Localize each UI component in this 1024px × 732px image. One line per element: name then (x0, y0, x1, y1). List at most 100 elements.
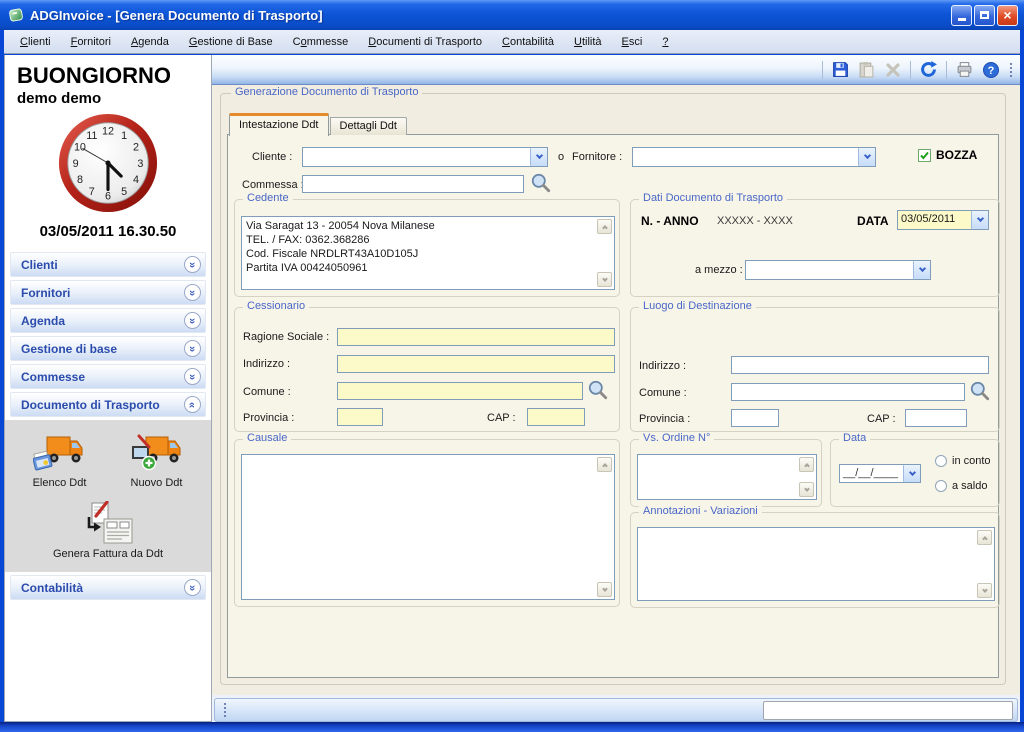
toolbar-grip[interactable] (1010, 63, 1012, 77)
scroll-up-button[interactable] (799, 457, 814, 472)
cap-label: CAP : (487, 412, 516, 424)
cedente-textarea[interactable]: Via Saragat 13 - 20054 Nova Milanese TEL… (242, 217, 614, 289)
menu-contabilita[interactable]: Contabilità (492, 32, 564, 52)
svg-text:?: ? (987, 65, 994, 77)
svg-text:9: 9 (73, 158, 79, 170)
delete-button[interactable] (881, 58, 904, 81)
menu-gestione-di-base[interactable]: Gestione di Base (179, 32, 283, 52)
chevron-down-icon[interactable] (903, 465, 920, 482)
menu-agenda[interactable]: Agenda (121, 32, 179, 52)
save-button[interactable] (829, 58, 852, 81)
refresh-icon (919, 60, 938, 79)
print-button[interactable] (953, 58, 976, 81)
provincia-dest-input[interactable] (731, 409, 779, 427)
ragione-sociale-input[interactable] (337, 328, 615, 346)
main-content: Generazione Documento di Trasporto Intes… (212, 85, 1020, 695)
comune-input[interactable] (337, 382, 583, 400)
sidebar-item-contabilita[interactable]: Contabilità » (10, 575, 206, 600)
commessa-input[interactable] (302, 175, 524, 193)
minimize-button[interactable] (951, 5, 972, 26)
svg-text:2: 2 (133, 142, 139, 154)
bozza-checkbox[interactable]: BOZZA (918, 148, 977, 162)
chevron-down-icon[interactable]: » (184, 579, 201, 596)
statusbar-grip[interactable] (224, 703, 226, 717)
paste-button[interactable] (855, 58, 878, 81)
menu-esci[interactable]: Esci (612, 32, 653, 52)
elenco-ddt-button[interactable]: Elenco Ddt (33, 432, 87, 489)
vs-ordine-textarea[interactable] (638, 455, 816, 499)
sidebar-item-gestione-di-base[interactable]: Gestione di base » (10, 336, 206, 361)
comune-dest-input[interactable] (731, 383, 965, 401)
scroll-up-button[interactable] (977, 530, 992, 545)
causale-textarea[interactable] (242, 455, 614, 599)
chevron-down-icon[interactable]: » (184, 256, 201, 273)
tab-dettagli-ddt[interactable]: Dettagli Ddt (330, 117, 407, 135)
a-mezzo-label: a mezzo : (695, 264, 743, 276)
help-button[interactable]: ? (979, 58, 1002, 81)
fornitore-combobox[interactable] (632, 147, 876, 167)
scroll-up-button[interactable] (597, 457, 612, 472)
data-datepicker-2[interactable]: __/__/____ (839, 464, 921, 483)
chevron-down-icon[interactable]: » (184, 312, 201, 329)
comune-search-icon[interactable] (587, 379, 609, 406)
data-datepicker[interactable]: 03/05/2011 (897, 210, 989, 230)
sidebar-item-clienti[interactable]: Clienti » (10, 252, 206, 277)
maximize-button[interactable] (974, 5, 995, 26)
chevron-down-icon[interactable]: » (184, 368, 201, 385)
radio-in-conto[interactable]: in conto (935, 455, 991, 467)
cliente-combobox[interactable] (302, 147, 548, 167)
causale-title: Causale (243, 432, 291, 444)
refresh-button[interactable] (917, 58, 940, 81)
cap-dest-input[interactable] (905, 409, 967, 427)
menu-fornitori[interactable]: Fornitori (61, 32, 121, 52)
print-icon (956, 61, 973, 78)
scroll-down-button[interactable] (597, 272, 612, 287)
luogo-destinazione-group: Luogo di Destinazione Indirizzo : Comune… (630, 307, 1000, 432)
menu-documenti-di-trasporto[interactable]: Documenti di Trasporto (358, 32, 492, 52)
scroll-down-button[interactable] (597, 582, 612, 597)
truck-list-icon (33, 432, 87, 474)
tab-intestazione-ddt[interactable]: Intestazione Ddt (229, 113, 329, 136)
chevron-down-icon[interactable] (858, 148, 875, 166)
toolbar-separator (910, 61, 911, 79)
toolbar-separator (822, 61, 823, 79)
sidebar-item-fornitori[interactable]: Fornitori » (10, 280, 206, 305)
menu-commesse[interactable]: Commesse (283, 32, 359, 52)
chevron-down-icon[interactable] (913, 261, 930, 279)
radio-icon (935, 455, 947, 467)
truck-new-icon (130, 432, 184, 474)
statusbar-field[interactable] (763, 701, 1013, 720)
window-title: ADGInvoice - [Genera Documento di Traspo… (30, 8, 323, 23)
genera-fattura-da-ddt-button[interactable]: Genera Fattura da Ddt (11, 501, 205, 560)
cedente-textarea-wrap: Via Saragat 13 - 20054 Nova Milanese TEL… (241, 216, 615, 290)
menu-help[interactable]: ? (652, 32, 678, 52)
sidebar-item-documento-di-trasporto[interactable]: Documento di Trasporto » (10, 392, 206, 417)
chevron-down-icon[interactable]: » (184, 340, 201, 357)
menu-clienti[interactable]: Clienti (10, 32, 61, 52)
commessa-search-icon[interactable] (530, 172, 552, 199)
indirizzo-input[interactable] (337, 355, 615, 373)
provincia-input[interactable] (337, 408, 383, 426)
sidebar-item-commesse[interactable]: Commesse » (10, 364, 206, 389)
menu-utilita[interactable]: Utilità (564, 32, 612, 52)
comune-dest-search-icon[interactable] (969, 380, 991, 407)
annotazioni-textarea[interactable] (638, 528, 994, 600)
causale-textarea-wrap (241, 454, 615, 600)
nuovo-ddt-button[interactable]: Nuovo Ddt (130, 432, 184, 489)
chevron-up-icon[interactable]: » (184, 396, 201, 413)
sidebar-item-agenda[interactable]: Agenda » (10, 308, 206, 333)
chevron-down-icon[interactable]: » (184, 284, 201, 301)
cap-input[interactable] (527, 408, 585, 426)
close-button[interactable]: × (997, 5, 1018, 26)
radio-a-saldo[interactable]: a saldo (935, 480, 987, 492)
scroll-down-button[interactable] (977, 583, 992, 598)
chevron-down-icon[interactable] (971, 211, 988, 229)
chevron-down-icon[interactable] (530, 148, 547, 166)
indirizzo-dest-input[interactable] (731, 356, 989, 374)
scroll-down-button[interactable] (799, 482, 814, 497)
scroll-up-button[interactable] (597, 219, 612, 234)
svg-text:5: 5 (121, 186, 127, 198)
clock-icon: 1212 345 678 91011 (56, 111, 160, 215)
a-mezzo-combobox[interactable] (745, 260, 931, 280)
radio-icon (935, 480, 947, 492)
